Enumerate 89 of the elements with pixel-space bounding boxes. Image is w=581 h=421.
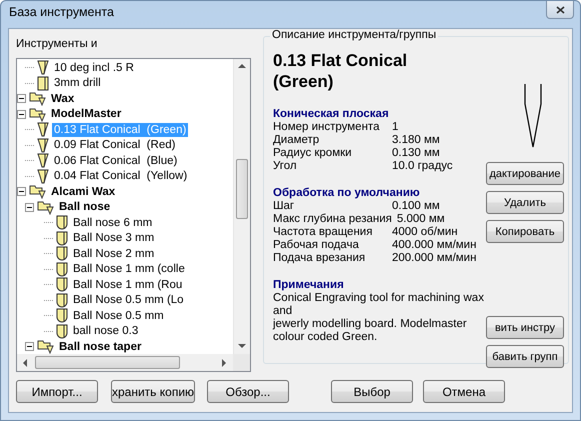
side-button[interactable]: бавить групп [486, 345, 564, 368]
tree-group-item[interactable]: Wax [49, 92, 76, 106]
tree-group-item[interactable]: Alcami Wax [49, 184, 118, 199]
conical-tool-icon [37, 153, 49, 168]
dialog-button[interactable]: Выбор [331, 380, 413, 403]
tool-group-icon [37, 339, 54, 354]
property-value: 0.100 мм [392, 200, 440, 213]
section-heading: Примечания [273, 279, 345, 292]
section-heading: Коническая плоская [273, 108, 390, 121]
tree-tool-item[interactable]: ball nose 0.3 [71, 324, 140, 338]
tree-group-item[interactable]: Ball nose taper [57, 340, 144, 354]
tree-tool-item[interactable]: Ball nose 6 mm [71, 216, 154, 230]
property-label: Шаг [273, 200, 296, 213]
close-button[interactable] [546, 1, 574, 19]
property-value: 200.000 мм/мин [392, 252, 476, 265]
conical-tool-icon [37, 138, 49, 153]
tree-tool-item[interactable]: 0.09 Flat Conical (Red) [52, 138, 178, 152]
ball-tool-icon [56, 292, 68, 308]
scroll-right-arrow-icon[interactable] [222, 359, 227, 367]
window-title: База инструмента [9, 5, 114, 19]
scroll-thumb[interactable] [236, 159, 248, 219]
tool-group-icon [29, 91, 46, 106]
tree-tool-item[interactable]: Ball Nose 1 mm (colle [71, 262, 187, 276]
tool-group-icon [29, 184, 46, 200]
tree-group-item[interactable]: Ball nose [57, 200, 112, 214]
side-button[interactable]: дактирование [486, 162, 564, 185]
dialog-button[interactable]: Обзор... [207, 380, 289, 403]
property-value: 400.000 мм/мин [392, 239, 476, 252]
property-value: 1 [392, 121, 398, 134]
tree-tool-item[interactable]: Ball Nose 0.5 mm (Lo [71, 293, 186, 308]
tree-tool-item[interactable]: Ball Nose 3 mm [71, 231, 156, 246]
tree-tool-item[interactable]: 3mm drill [52, 76, 103, 90]
side-button[interactable]: Удалить [486, 191, 564, 214]
ball-tool-icon [56, 324, 68, 339]
ball-tool-icon [56, 215, 68, 230]
close-icon[interactable] [556, 6, 564, 14]
dialog-button[interactable]: хранить копию [111, 380, 195, 403]
collapse-toggle-icon[interactable] [25, 202, 34, 212]
section-heading: Обработка по умолчанию [273, 187, 421, 200]
property-value: 4000 об/мин [392, 226, 458, 239]
property-value: 0.130 мм [392, 147, 440, 160]
tool-group-icon [29, 106, 46, 122]
tree-tool-item[interactable]: Ball Nose 1 mm (Rou [71, 278, 184, 292]
collapse-toggle-icon[interactable] [17, 110, 26, 119]
tool-title: 0.13 Flat Conical (Green) [273, 50, 408, 92]
property-label: Диаметр [273, 134, 320, 147]
scroll-thumb[interactable] [35, 356, 180, 369]
property-label: Рабочая подача [273, 239, 360, 252]
tool-group-icon [37, 200, 54, 215]
ball-tool-icon [56, 277, 68, 292]
ball-tool-icon [56, 246, 68, 262]
property-label: Номер инструмента [273, 121, 380, 134]
property-label: Макс глубина резания [273, 213, 393, 226]
dialog-button[interactable]: Импорт... [16, 380, 98, 403]
property-label: Угол [273, 160, 298, 173]
scrollbar-corner [233, 354, 250, 371]
dialog-button[interactable]: Отмена [423, 380, 505, 403]
conical-tool-drawing [523, 84, 543, 148]
horizontal-scrollbar[interactable] [17, 354, 233, 371]
ball-tool-icon [56, 230, 68, 246]
collapse-toggle-icon[interactable] [17, 94, 26, 104]
property-label: Радиус кромки [273, 147, 353, 160]
collapse-toggle-icon[interactable] [17, 187, 26, 196]
property-value: 10.0 градус [392, 160, 453, 173]
tree-tool-item[interactable]: Ball Nose 2 mm [71, 246, 156, 261]
group-legend: Описание инструмента/группы [270, 29, 438, 41]
tree-tool-item[interactable]: 0.06 Flat Conical (Blue) [52, 154, 180, 168]
collapse-toggle-icon[interactable] [25, 342, 34, 352]
tree-tool-item[interactable]: Ball Nose 0.5 mm [71, 308, 166, 323]
side-button[interactable]: Копировать [486, 220, 564, 243]
tree-tool-item[interactable]: 10 deg incl .5 R [52, 60, 136, 75]
tree-tool-item[interactable]: 0.04 Flat Conical (Yellow) [52, 169, 190, 184]
property-label: Частота вращения [273, 226, 374, 239]
property-value: 5.000 мм [396, 213, 445, 226]
side-button[interactable]: вить инстру [486, 316, 564, 339]
notes-text: Conical Engraving tool for machining wax and jewerly modelling board. Modelmaster colour coded Green. [273, 292, 485, 344]
vertical-scrollbar[interactable] [233, 59, 250, 354]
tree-group-item[interactable]: ModelMaster [49, 107, 124, 122]
property-value: 3.180 мм [392, 134, 440, 147]
tree-label: Инструменты и [16, 38, 98, 52]
property-label: Подача врезания [273, 252, 366, 265]
scroll-up-arrow-icon[interactable] [238, 64, 246, 69]
ball-tool-icon [56, 308, 68, 324]
ball-tool-icon [56, 262, 68, 277]
scroll-left-arrow-icon[interactable] [23, 359, 28, 367]
scroll-down-arrow-icon[interactable] [238, 344, 246, 349]
conical-tool-icon [37, 168, 49, 184]
conical-tool-icon [37, 60, 49, 76]
drill-tool-icon [37, 76, 49, 91]
